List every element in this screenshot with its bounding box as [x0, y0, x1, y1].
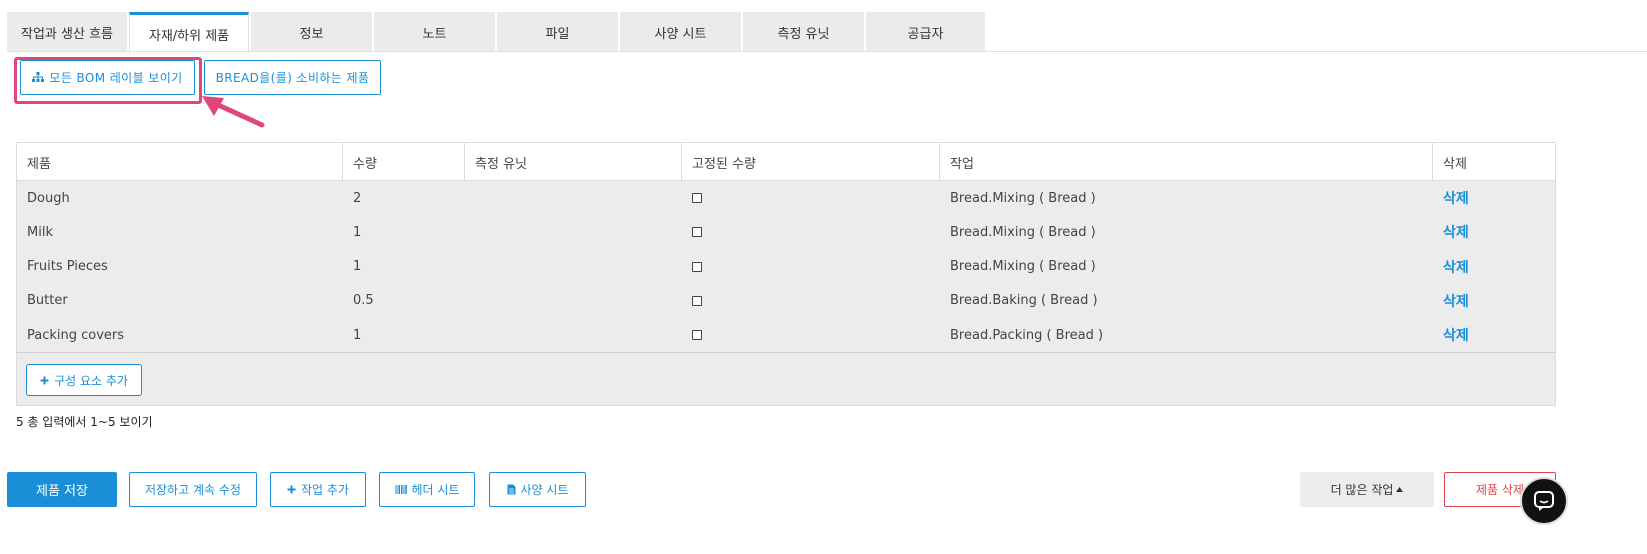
save-continue-button[interactable]: 저장하고 계속 수정 — [129, 472, 257, 507]
consuming-products-button[interactable]: BREAD을(를) 소비하는 제품 — [204, 60, 381, 95]
cell-operation: Bread.Mixing ( Bread ) — [950, 259, 1096, 275]
cell-unit — [465, 284, 475, 318]
spec-sheet-text: 사양 시트 — [520, 483, 569, 497]
delete-link[interactable]: 삭제 — [1443, 188, 1469, 208]
cell-product: Dough — [27, 190, 70, 206]
cell-qty: 1 — [353, 327, 362, 343]
sitemap-icon — [32, 72, 45, 83]
barcode-icon — [395, 485, 407, 494]
delete-link[interactable]: 삭제 — [1443, 222, 1469, 242]
caret-up-icon — [1396, 487, 1404, 492]
cell-operation: Bread.Mixing ( Bread ) — [950, 224, 1096, 240]
tab-label: 사양 시트 — [654, 26, 707, 42]
cell-qty: 2 — [353, 190, 362, 206]
cell-product: Fruits Pieces — [27, 259, 108, 275]
cell-unit — [465, 318, 475, 352]
pagination-info: 5 총 입력에서 1~5 보이기 — [16, 415, 153, 429]
cell-unit — [465, 215, 475, 249]
fixed-qty-checkbox[interactable] — [692, 227, 702, 238]
cell-product: Packing covers — [27, 327, 125, 343]
tab-operations-flow[interactable]: 작업과 생산 흐름 — [7, 12, 129, 52]
add-operation-button[interactable]: 작업 추가 — [270, 472, 366, 507]
plus-icon — [40, 376, 49, 385]
delete-link[interactable]: 삭제 — [1443, 325, 1469, 345]
delete-link[interactable]: 삭제 — [1443, 291, 1469, 311]
tab-bar: 작업과 생산 흐름 자재/하위 제품 정보 노트 파일 사양 시트 측정 유닛 … — [7, 12, 987, 53]
add-component-button[interactable]: 구성 요소 추가 — [26, 364, 142, 396]
fixed-qty-checkbox[interactable] — [692, 261, 702, 272]
cell-fixed-qty — [682, 181, 702, 215]
more-actions-button[interactable]: 더 많은 작업 — [1300, 472, 1434, 507]
cell-operation: Bread.Baking ( Bread ) — [950, 293, 1098, 309]
consuming-products-text: BREAD을(를) 소비하는 제품 — [215, 71, 370, 85]
cell-product: Butter — [27, 293, 68, 309]
plus-icon — [287, 485, 296, 494]
table-row: Butter 0.5 Bread.Baking ( Bread ) 삭제 — [17, 284, 1555, 318]
tab-info[interactable]: 정보 — [251, 12, 374, 52]
header-sheet-text: 헤더 시트 — [411, 483, 460, 497]
fixed-qty-checkbox[interactable] — [692, 193, 702, 203]
cell-unit — [465, 250, 475, 284]
table-footer-divider — [17, 352, 1555, 353]
cell-qty: 0.5 — [353, 293, 374, 309]
annotation-arrow — [202, 96, 265, 128]
fixed-qty-checkbox[interactable] — [692, 330, 702, 341]
cell-unit — [465, 181, 475, 215]
tab-measurement-units[interactable]: 측정 유닛 — [743, 12, 866, 52]
table-row: Milk 1 Bread.Mixing ( Bread ) 삭제 — [17, 215, 1555, 249]
table-row: Fruits Pieces 1 Bread.Mixing ( Bread ) 삭… — [17, 250, 1555, 284]
save-product-text: 제품 저장 — [36, 484, 88, 499]
cell-fixed-qty — [682, 250, 702, 284]
column-header-unit[interactable]: 측정 유닛 — [465, 143, 682, 181]
chat-launcher-button[interactable] — [1520, 477, 1568, 525]
tab-label: 자재/하위 제품 — [148, 28, 230, 44]
tab-materials[interactable]: 자재/하위 제품 — [129, 12, 249, 53]
column-header-qty[interactable]: 수량 — [343, 143, 465, 181]
add-operation-text: 작업 추가 — [301, 483, 349, 497]
cell-fixed-qty — [682, 215, 702, 249]
column-header-delete: 삭제 — [1443, 156, 1467, 172]
save-continue-text: 저장하고 계속 수정 — [145, 483, 241, 497]
tab-files[interactable]: 파일 — [497, 12, 620, 52]
header-sheet-button[interactable]: 헤더 시트 — [379, 472, 475, 507]
column-header-operation[interactable]: 작업 — [940, 143, 1433, 181]
column-header-product[interactable]: 제품 — [17, 143, 343, 181]
spec-sheet-button[interactable]: 사양 시트 — [489, 472, 586, 507]
more-actions-text: 더 많은 작업 — [1330, 483, 1394, 497]
fixed-qty-checkbox[interactable] — [692, 295, 702, 306]
tab-label: 노트 — [422, 26, 447, 42]
show-all-bom-labels-text: 모든 BOM 레이블 보이기 — [49, 71, 183, 85]
cell-qty: 1 — [353, 224, 362, 240]
materials-table: 제품 수량 측정 유닛 고정된 수량 작업 삭제 Dough 2 Bread.M… — [16, 142, 1556, 406]
tab-label: 정보 — [299, 26, 324, 42]
cell-fixed-qty — [682, 284, 702, 318]
cell-product: Milk — [27, 224, 53, 240]
delete-link[interactable]: 삭제 — [1443, 257, 1469, 277]
tab-label: 공급자 — [907, 26, 944, 42]
tab-suppliers[interactable]: 공급자 — [866, 12, 987, 52]
column-header-fixed-qty[interactable]: 고정된 수량 — [682, 143, 940, 181]
tab-label: 측정 유닛 — [777, 26, 830, 42]
cell-qty: 1 — [353, 259, 362, 275]
show-all-bom-labels-button[interactable]: 모든 BOM 레이블 보이기 — [20, 60, 195, 95]
save-product-button[interactable]: 제품 저장 — [7, 472, 117, 507]
tabs-divider — [7, 51, 1647, 52]
delete-product-text: 제품 삭제 — [1476, 483, 1524, 497]
tab-label: 작업과 생산 흐름 — [21, 26, 113, 42]
chat-icon — [1533, 490, 1555, 512]
tab-notes[interactable]: 노트 — [374, 12, 497, 52]
table-header: 제품 수량 측정 유닛 고정된 수량 작업 삭제 — [17, 143, 1555, 181]
table-row: Packing covers 1 Bread.Packing ( Bread )… — [17, 318, 1555, 352]
tab-label: 파일 — [545, 26, 570, 42]
table-body: Dough 2 Bread.Mixing ( Bread ) 삭제 Milk 1… — [17, 181, 1555, 352]
cell-operation: Bread.Mixing ( Bread ) — [950, 190, 1096, 206]
cell-operation: Bread.Packing ( Bread ) — [950, 327, 1104, 343]
cell-fixed-qty — [682, 318, 702, 352]
file-icon — [507, 484, 516, 495]
tab-spec-sheet[interactable]: 사양 시트 — [620, 12, 743, 52]
add-component-text: 구성 요소 추가 — [54, 373, 128, 388]
table-row: Dough 2 Bread.Mixing ( Bread ) 삭제 — [17, 181, 1555, 215]
